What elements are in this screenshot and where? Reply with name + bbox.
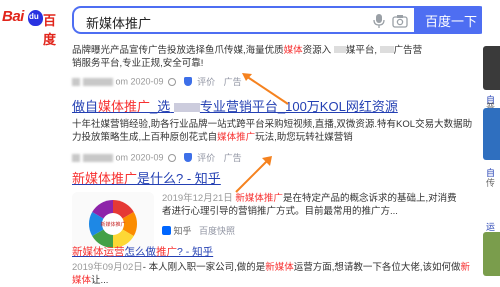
shield-icon [183, 153, 192, 162]
annotation-arrow-2 [235, 156, 272, 193]
result-thumbnail[interactable]: 新媒体推广 [72, 192, 154, 252]
annotation-arrow-1 [242, 73, 289, 105]
logo-text-bai: Bai [2, 8, 24, 25]
paw-icon [28, 10, 43, 26]
result-zhihu-2: 新媒体运营怎么做推广? - 知乎 2019年09月02日- 本人刚入职一家公司,… [72, 246, 477, 287]
result-snippet-2: 力投放策略生成,上百种原创花式自媒体推广玩法,助您玩转社媒营销 [72, 132, 353, 143]
result-snippet: 2019年12月21日 新媒体推广是在特定产品的概念诉求的基础上,对消费 [162, 193, 457, 204]
result-snippet: 十年社媒营销经验,助各行业品牌一站式跨平台采购短视频,直播,双微资源.特有KOL… [72, 119, 473, 130]
header: Bai 百度 百度一下 [0, 0, 500, 47]
right-text-5[interactable]: 运 [486, 220, 495, 233]
right-text-4: 传 [486, 178, 496, 188]
info-icon[interactable] [168, 153, 177, 162]
result-meta: 知乎 百度快照 [162, 224, 474, 238]
eval-link[interactable]: 评价 [197, 77, 215, 87]
eval-link[interactable]: 评价 [197, 153, 215, 163]
microphone-icon[interactable] [372, 13, 386, 29]
search-button[interactable]: 百度一下 [414, 6, 488, 34]
result-snippet-2: 销服务平台,专业正规,安全可靠! [72, 58, 204, 69]
info-icon[interactable] [168, 77, 177, 86]
search-box [72, 6, 414, 34]
right-thumbnail-3[interactable] [483, 232, 500, 276]
zhihu-icon [162, 226, 171, 235]
result-snippet: 品牌曝光产品宣传广告投放选择鱼爪传媒,海量优质媒体资源入 媒平台, 广告营 [72, 45, 423, 56]
pie-graphic: 新媒体推广 [72, 192, 154, 252]
result-snippet-2: 者进行心理引导的营销推广方式。目前最常用的推广方... [162, 206, 398, 217]
result-title[interactable]: 新媒体运营怎么做推广? - 知乎 [72, 246, 477, 259]
pie-center-label: 新媒体推广 [100, 221, 125, 228]
baidu-logo[interactable]: Bai 百度 [2, 8, 64, 47]
camera-icon[interactable] [392, 13, 408, 29]
shield-icon [183, 77, 192, 86]
logo-text-du: 百度 [43, 13, 57, 47]
search-input[interactable] [84, 12, 358, 32]
snapshot-link[interactable]: 百度快照 [199, 226, 235, 236]
right-thumbnail-2[interactable] [483, 108, 500, 160]
right-thumbnail-1[interactable] [483, 46, 500, 90]
result-snippet: 2019年09月02日- 本人刚入职一家公司,做的是新媒体运营方面,想请教一下各… [72, 262, 471, 286]
